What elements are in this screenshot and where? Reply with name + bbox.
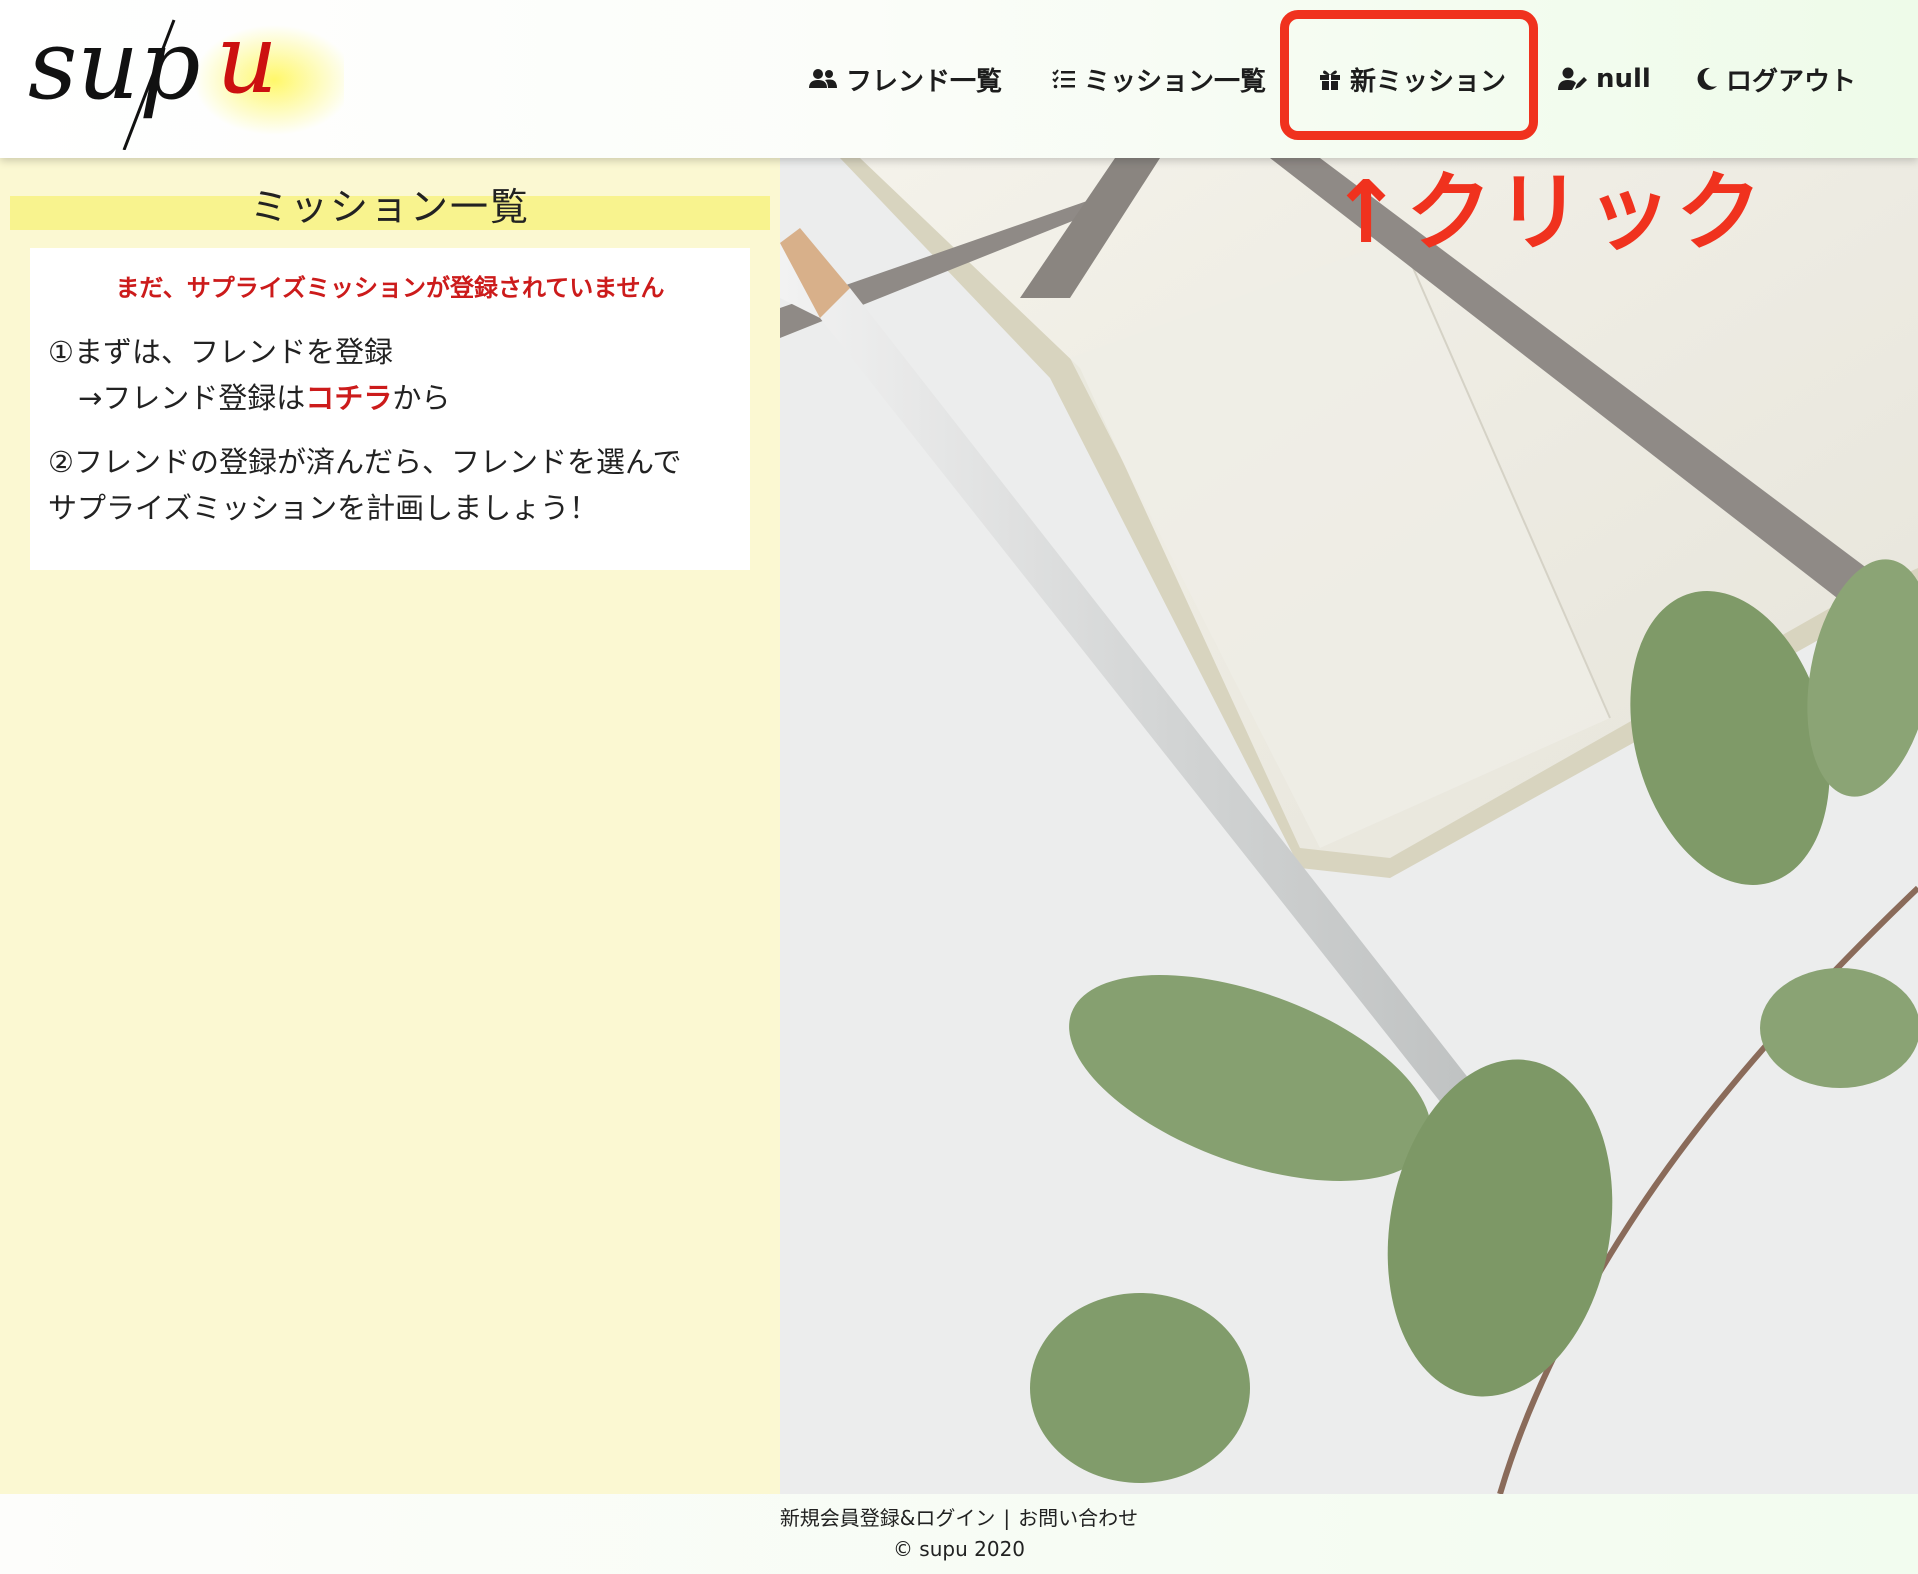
click-hint: ↑クリック [1330, 163, 1767, 263]
step-1-line-1: ①まずは、フレンドを登録 [48, 335, 393, 369]
empty-state-card: まだ、サプライズミッションが登録されていません ①まずは、フレンドを登録 →フレ… [30, 248, 750, 570]
step-1-line-2: →フレンド登録はコチラから [48, 381, 450, 415]
user-edit-icon [1558, 67, 1588, 91]
moon-icon [1696, 67, 1718, 91]
nav-missions-label: ミッション一覧 [1084, 66, 1267, 97]
nav-user-profile[interactable]: null [1558, 52, 1651, 106]
hero-photo [780, 158, 1918, 1494]
step-1: ①まずは、フレンドを登録 →フレンド登録はコチラから [48, 329, 732, 421]
svg-text:u: u [216, 10, 278, 115]
footer-separator: | [1003, 1506, 1011, 1530]
step-1-prefix: →フレンド登録は [78, 381, 306, 415]
step-1-suffix: から [392, 381, 451, 415]
step-2-line-2: サプライズミッションを計画しましょう！ [48, 491, 599, 525]
nav-friends-label: フレンド一覧 [846, 66, 1003, 97]
empty-warning: まだ、サプライズミッションが登録されていません [115, 274, 665, 302]
site-footer: 新規会員登録&ログイン | お問い合わせ © supu 2020 [0, 1494, 1918, 1574]
page-title: ミッション一覧 [249, 185, 530, 229]
mission-list-panel: ミッション一覧 まだ、サプライズミッションが登録されていません ①まずは、フレン… [0, 158, 780, 1494]
nav-logout[interactable]: ログアウト [1696, 52, 1856, 106]
nav-logout-label: ログアウト [1726, 66, 1857, 97]
nav-friends-list[interactable]: フレンド一覧 [808, 52, 1002, 106]
step-2: ②フレンドの登録が済んだら、フレンドを選んで サプライズミッションを計画しましょ… [48, 439, 732, 531]
nav-missions-list[interactable]: ミッション一覧 [1052, 52, 1266, 106]
supu-logo[interactable]: sup u [24, 10, 344, 150]
list-check-icon [1052, 68, 1076, 90]
footer-links: 新規会員登録&ログイン | お問い合わせ [0, 1502, 1918, 1531]
copyright: © supu 2020 [892, 1537, 1026, 1561]
highlight-box [1280, 10, 1538, 140]
step-2-line-1: ②フレンドの登録が済んだら、フレンドを選んで [48, 445, 682, 479]
friend-register-link[interactable]: コチラ [305, 381, 392, 415]
site-header: sup u フレンド一覧 ミッション一覧 新ミッション null ログアウト [0, 0, 1918, 158]
nav-user-label: null [1596, 64, 1651, 94]
contact-link[interactable]: お問い合わせ [1018, 1506, 1138, 1530]
register-login-link[interactable]: 新規会員登録&ログイン [780, 1506, 996, 1530]
users-icon [808, 68, 838, 90]
svg-text:sup: sup [28, 10, 201, 121]
